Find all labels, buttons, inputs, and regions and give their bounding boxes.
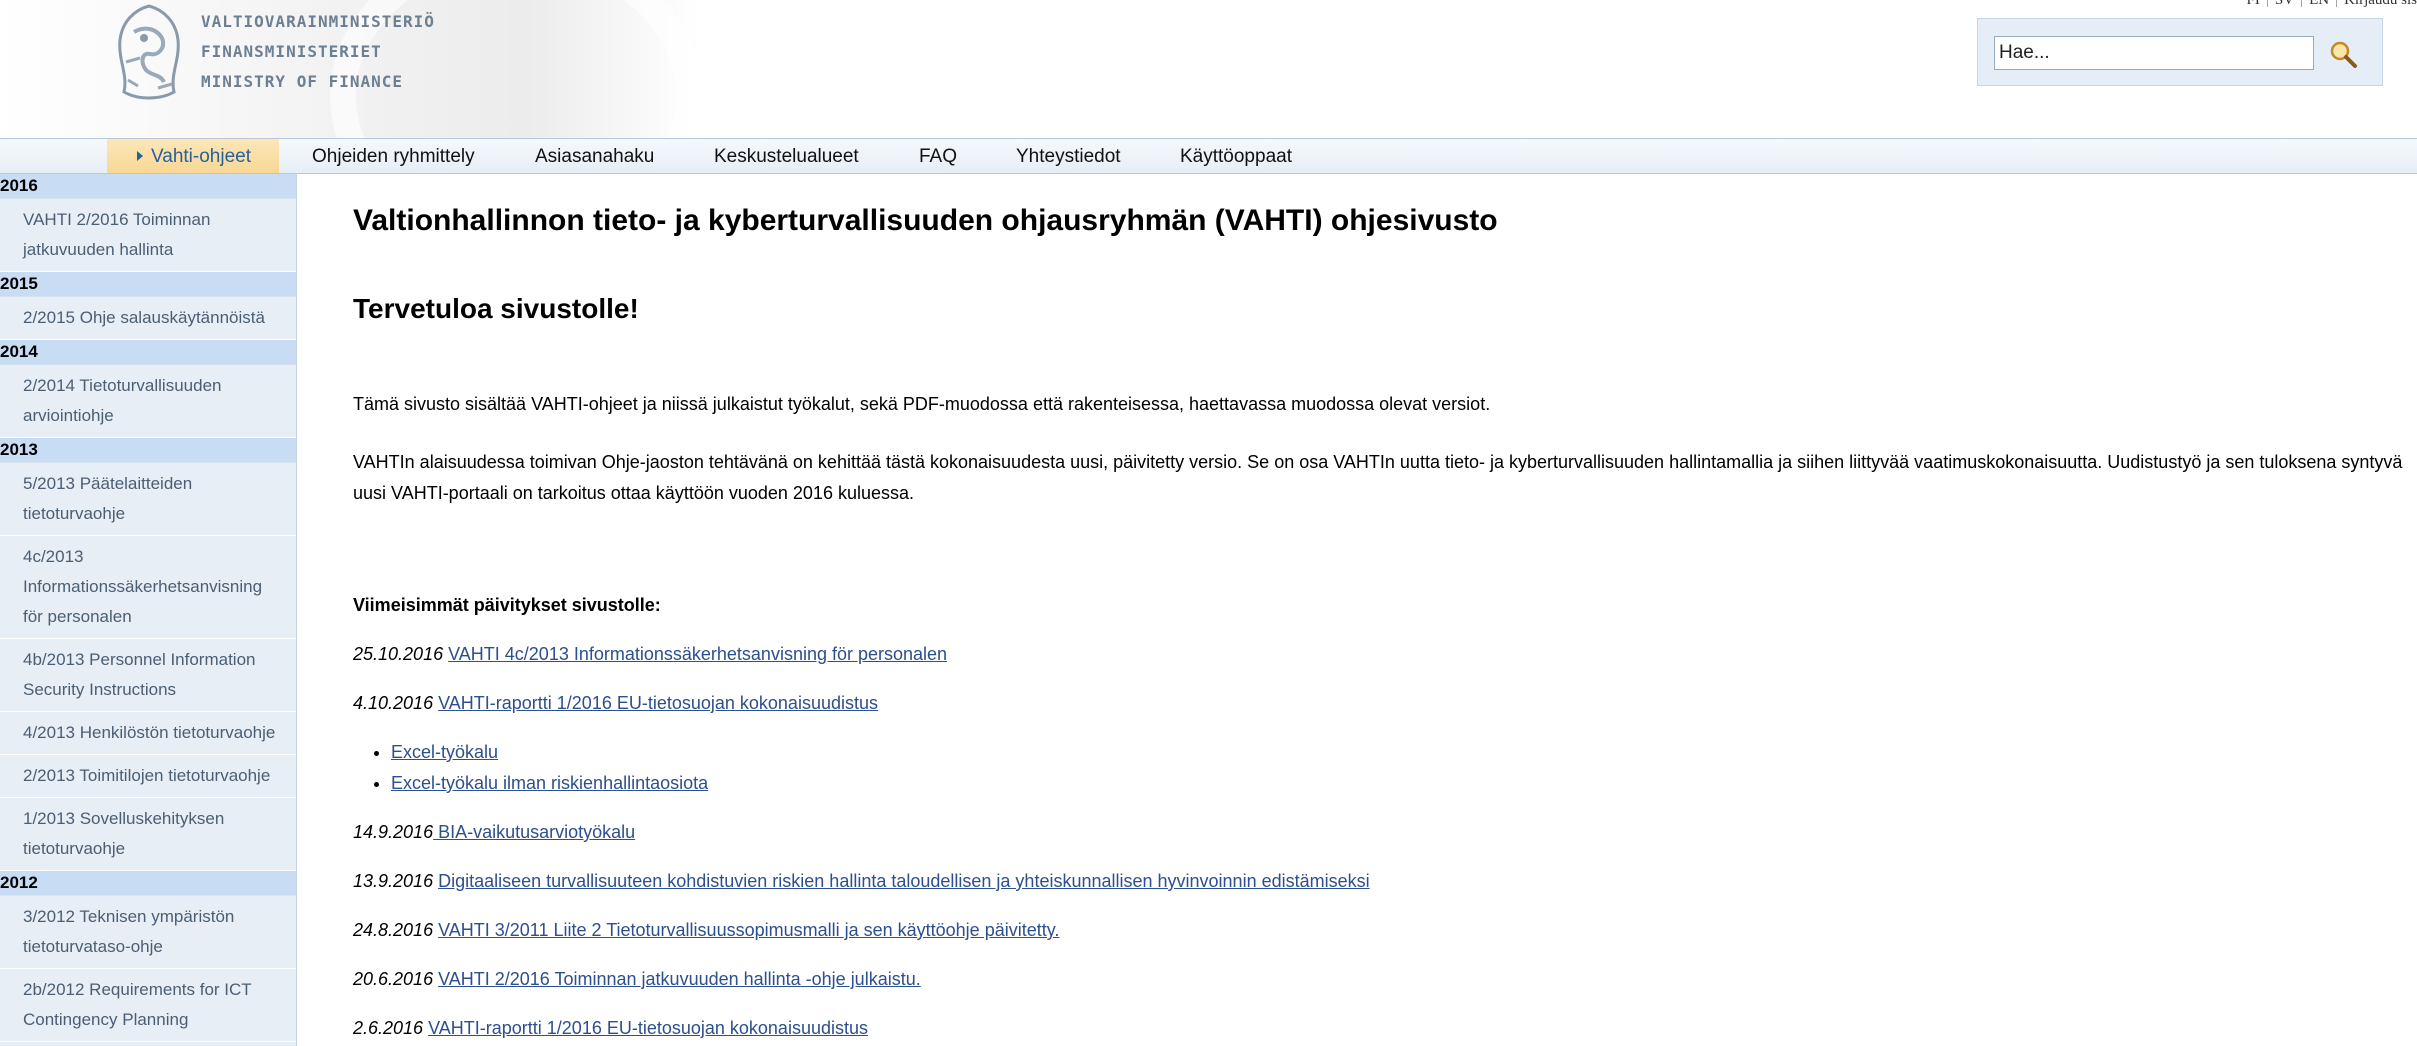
year-header-2012: 2012: [0, 871, 296, 896]
sidebar-item[interactable]: 4b/2013 Personnel Information Security I…: [0, 639, 296, 712]
sidebar: 2016 VAHTI 2/2016 Toiminnan jatkuvuuden …: [0, 174, 297, 1046]
intro-paragraph: Tämä sivusto sisältää VAHTI-ohjeet ja ni…: [353, 394, 1491, 414]
sidebar-item[interactable]: 1/2013 Sovelluskehityksen tietoturvaohje: [0, 798, 296, 871]
sidebar-item[interactable]: VAHTI 2/2016 Toiminnan jatkuvuuden halli…: [0, 199, 296, 272]
nav-item-asiasanahaku[interactable]: Asiasanahaku: [535, 139, 654, 173]
list-item: Excel-työkalu ilman riskienhallintaosiot…: [391, 768, 2403, 799]
update-date: 24.8.2016: [353, 920, 434, 940]
update-date: 25.10.2016: [353, 644, 444, 664]
update-date: 4.10.2016: [353, 693, 434, 713]
sidebar-item[interactable]: 3/2012 Teknisen ympäristön tietoturvatas…: [0, 896, 296, 969]
update-item: 4.10.2016 VAHTI-raportti 1/2016 EU-tieto…: [353, 688, 2403, 719]
nav-item-ohjeiden-ryhmittely[interactable]: Ohjeiden ryhmittely: [312, 139, 475, 173]
update-link[interactable]: VAHTI-raportti 1/2016 EU-tietosuojan kok…: [428, 1018, 868, 1038]
update-item: 25.10.2016 VAHTI 4c/2013 Informationssäk…: [353, 639, 2403, 670]
ministry-name-en: MINISTRY OF FINANCE: [201, 72, 404, 91]
year-header-2013: 2013: [0, 438, 296, 463]
main-content: Valtionhallinnon tieto- ja kyberturvalli…: [353, 174, 2403, 1044]
update-date: 13.9.2016: [353, 871, 434, 891]
update-item: 24.8.2016 VAHTI 3/2011 Liite 2 Tietoturv…: [353, 915, 2403, 946]
nav-item-kayttooppaat[interactable]: Käyttöoppaat: [1180, 139, 1292, 173]
excel-tool-link[interactable]: Excel-työkalu: [391, 742, 498, 762]
update-link[interactable]: VAHTI-raportti 1/2016 EU-tietosuojan kok…: [438, 693, 878, 713]
login-link[interactable]: Kirjaudu sis: [2344, 0, 2417, 8]
sidebar-item[interactable]: 4/2013 Henkilöstön tietoturvaohje: [0, 712, 296, 755]
sidebar-item[interactable]: 5/2013 Päätelaitteiden tietoturvaohje: [0, 463, 296, 536]
update-link[interactable]: VAHTI 4c/2013 Informationssäkerhetsanvis…: [448, 644, 947, 664]
update-date: 20.6.2016: [353, 969, 434, 989]
sidebar-item[interactable]: 4c/2013 Informationssäkerhetsanvisning f…: [0, 536, 296, 639]
year-header-2016: 2016: [0, 174, 296, 199]
list-item: Excel-työkalu: [391, 737, 2403, 768]
sidebar-item[interactable]: 2/2014 Tietoturvallisuuden arviointiohje: [0, 365, 296, 438]
excel-tool-no-risk-link[interactable]: Excel-työkalu ilman riskienhallintaosiot…: [391, 773, 708, 793]
update-link[interactable]: Digitaaliseen turvallisuuteen kohdistuvi…: [438, 871, 1370, 891]
sidebar-item[interactable]: 2/2013 Toimitilojen tietoturvaohje: [0, 755, 296, 798]
triangle-right-icon: [137, 151, 143, 161]
lang-en-link[interactable]: EN: [2309, 0, 2329, 8]
update-item: 13.9.2016 Digitaaliseen turvallisuuteen …: [353, 866, 2403, 897]
nav-item-yhteystiedot[interactable]: Yhteystiedot: [1016, 139, 1121, 173]
update-date: 2.6.2016: [353, 1018, 424, 1038]
magnifier-icon[interactable]: [2328, 39, 2358, 69]
update-sublinks: Excel-työkalu Excel-työkalu ilman riskie…: [353, 737, 2403, 799]
site-header: VALTIOVARAINMINISTERIÖ FINANSMINISTERIET…: [0, 0, 2417, 252]
main-nav: Vahti-ohjeet Ohjeiden ryhmittely Asiasan…: [0, 138, 2417, 174]
update-item: 20.6.2016 VAHTI 2/2016 Toiminnan jatkuvu…: [353, 964, 2403, 995]
nav-item-keskustelualueet[interactable]: Keskustelualueet: [714, 139, 859, 173]
welcome-heading: Tervetuloa sivustolle!: [353, 293, 639, 324]
search-input[interactable]: [1994, 36, 2314, 70]
ministry-name-fi: VALTIOVARAINMINISTERIÖ: [201, 12, 435, 31]
update-link[interactable]: VAHTI 3/2011 Liite 2 Tietoturvallisuusso…: [438, 920, 1059, 940]
lang-fi-link[interactable]: FI: [2247, 0, 2260, 8]
update-date: 14.9.2016: [353, 822, 434, 842]
intro-paragraph: VAHTIn alaisuudessa toimivan Ohje-jaosto…: [353, 452, 2403, 503]
search-box: [1977, 18, 2383, 86]
sidebar-item[interactable]: 2/2015 Ohje salauskäytännöistä: [0, 297, 296, 340]
update-item: 14.9.2016 BIA-vaikutusarviotyökalu: [353, 817, 2403, 848]
nav-item-faq[interactable]: FAQ: [919, 139, 957, 173]
year-header-2014: 2014: [0, 340, 296, 365]
page-title: Valtionhallinnon tieto- ja kyberturvalli…: [353, 204, 1498, 237]
update-link[interactable]: VAHTI 2/2016 Toiminnan jatkuvuuden halli…: [438, 969, 921, 989]
nav-label: Vahti-ohjeet: [151, 146, 251, 167]
lang-sv-link[interactable]: SV: [2275, 0, 2294, 8]
language-bar: FI | SV | EN | Kirjaudu sis: [2247, 0, 2417, 9]
nav-item-vahti-ohjeet[interactable]: Vahti-ohjeet: [107, 139, 279, 173]
sidebar-item[interactable]: 2b/2012 Requirements for ICT Contingency…: [0, 969, 296, 1042]
updates-heading: Viimeisimmät päivitykset sivustolle:: [353, 595, 661, 615]
update-item: 2.6.2016 VAHTI-raportti 1/2016 EU-tietos…: [353, 1013, 2403, 1044]
lion-crest-icon[interactable]: [104, 2, 194, 110]
update-link[interactable]: BIA-vaikutusarviotyökalu: [433, 822, 635, 842]
year-header-2015: 2015: [0, 272, 296, 297]
ministry-name-sv: FINANSMINISTERIET: [201, 42, 382, 61]
